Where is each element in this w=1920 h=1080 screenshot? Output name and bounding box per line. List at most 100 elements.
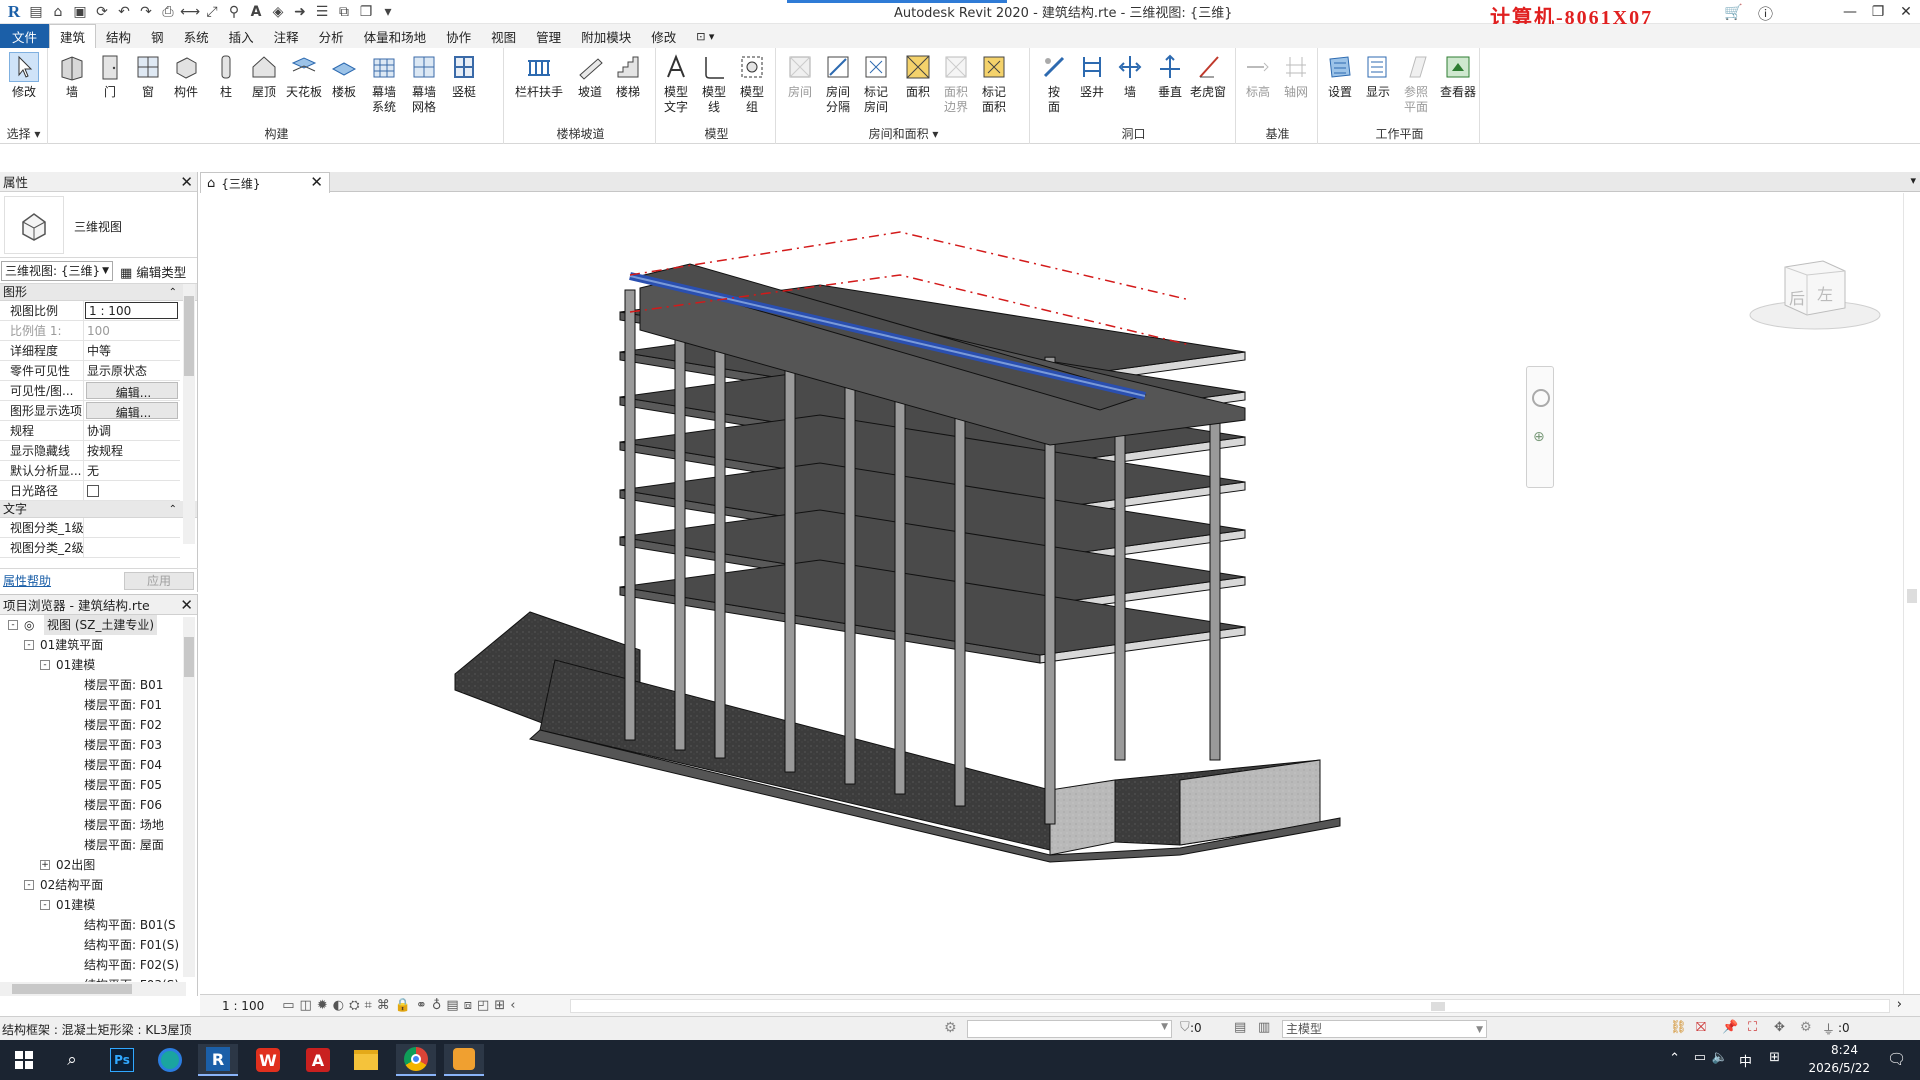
background-process-icon[interactable]: ⚙	[1800, 1020, 1812, 1035]
tree-item[interactable]: 楼层平面: F03	[0, 735, 197, 755]
measure-icon[interactable]: ⟷	[180, 2, 200, 22]
analytical-model-icon[interactable]: ⧈	[464, 998, 472, 1013]
help-icon[interactable]: ⓘ	[1758, 3, 1773, 24]
apply-button[interactable]: 应用	[124, 572, 194, 590]
design-options-2-icon[interactable]: ▥	[1258, 1020, 1270, 1035]
parts-visibility-select[interactable]: 显示原状态	[84, 361, 180, 380]
tab-addins[interactable]: 附加模块	[571, 24, 641, 48]
thin-lines-icon[interactable]: ☰	[312, 2, 332, 22]
vertical-button[interactable]: 垂直	[1152, 52, 1188, 100]
graphic-display-edit-button[interactable]: 编辑...	[86, 402, 178, 419]
group-graphics[interactable]: 图形 ⌃	[0, 284, 197, 301]
minimize-button[interactable]: —	[1836, 0, 1864, 24]
stair-button[interactable]: 楼梯	[610, 52, 646, 100]
lock-view-icon[interactable]: 🔒	[395, 998, 411, 1013]
switch-windows-icon[interactable]: ❐	[356, 2, 376, 22]
tree-item[interactable]: 楼层平面: 场地	[0, 815, 197, 835]
ramp-button[interactable]: 坡道	[572, 52, 608, 100]
file-explorer-icon[interactable]	[346, 1044, 386, 1076]
tab-manage[interactable]: 管理	[526, 24, 571, 48]
column[interactable]	[624, 289, 636, 741]
foundation-side[interactable]	[1049, 779, 1116, 856]
column[interactable]	[674, 297, 686, 751]
workset-dropdown[interactable]: ▼	[967, 1020, 1172, 1038]
restore-button[interactable]: ❐	[1864, 0, 1892, 24]
select-underlay-icon[interactable]: ⛝	[1696, 1020, 1706, 1035]
visual-style-icon[interactable]: ◫	[300, 998, 312, 1013]
panel-room-area-label[interactable]: 房间和面积 ▾	[778, 125, 1029, 142]
discipline-select[interactable]: 协调	[84, 421, 180, 440]
room-button[interactable]: 房间	[782, 52, 818, 100]
tree-item[interactable]: 楼层平面: B01	[0, 675, 197, 695]
other-app-icon[interactable]	[444, 1044, 484, 1076]
select-pinned-icon[interactable]: 📌	[1722, 1020, 1738, 1035]
close-icon[interactable]: ✕	[180, 596, 193, 614]
collapse-toggle-icon[interactable]: -	[40, 660, 50, 670]
collapse-toggle-icon[interactable]: -	[24, 880, 34, 890]
crop-icon[interactable]: ⌗	[364, 998, 371, 1013]
filter-icon[interactable]: ⏚	[1822, 1019, 1835, 1038]
ref-plane-button[interactable]: 参照 平面	[1398, 52, 1434, 115]
tray-chevron-icon[interactable]: ⌃	[1669, 1051, 1680, 1066]
properties-help-link[interactable]: 属性帮助	[0, 572, 51, 589]
revit-taskbar-icon[interactable]: R	[198, 1044, 238, 1076]
view-scale[interactable]: 1 : 100	[222, 999, 264, 1013]
canvas-vscrollbar[interactable]	[1903, 193, 1920, 994]
reveal-hidden-icon[interactable]: ♁	[432, 998, 442, 1013]
tree-item[interactable]: 结构平面: F01(S)	[0, 935, 197, 955]
volume-icon[interactable]: 🔈	[1712, 1050, 1728, 1065]
wall-opening-button[interactable]: 墙	[1112, 52, 1148, 100]
type-selector-dropdown[interactable]: 三维视图: {三维} ▼	[1, 261, 113, 281]
modify-button[interactable]: 修改	[6, 52, 42, 100]
3d-view-icon[interactable]: ◈	[268, 2, 288, 22]
tab-analyze[interactable]: 分析	[309, 24, 354, 48]
detail-level-select[interactable]: 中等	[84, 341, 180, 360]
select-by-face-icon[interactable]: ⛶	[1748, 1020, 1757, 1035]
room-separator-button[interactable]: 房间 分隔	[820, 52, 856, 115]
viewcube-left-face[interactable]: 左	[1817, 281, 1833, 305]
wps-icon[interactable]: W	[248, 1044, 288, 1076]
print-icon[interactable]: ⎙	[158, 2, 178, 22]
sun-path-checkbox[interactable]	[87, 485, 99, 497]
tag-room-button[interactable]: 标记 房间	[858, 52, 894, 115]
close-tab-icon[interactable]: ✕	[310, 173, 323, 191]
shaft-button[interactable]: 竖井	[1074, 52, 1110, 100]
column[interactable]	[714, 303, 726, 759]
level-button[interactable]: 标高	[1240, 52, 1276, 100]
set-button[interactable]: 设置	[1322, 52, 1358, 100]
tree-item[interactable]: 结构平面: F02(S)	[0, 955, 197, 975]
by-face-button[interactable]: 按 面	[1036, 52, 1072, 115]
collapse-toggle-icon[interactable]: -	[8, 620, 18, 630]
open-folder-icon[interactable]: ⌂	[48, 2, 68, 22]
scroll-left-icon[interactable]: ‹	[510, 998, 515, 1013]
panel-select-label[interactable]: 选择 ▾	[0, 125, 47, 142]
render-icon[interactable]: ⛭	[349, 998, 359, 1013]
sun-path-icon[interactable]: ✹	[317, 998, 328, 1013]
floor-button[interactable]: 楼板	[326, 52, 362, 100]
properties-scrollbar[interactable]	[183, 284, 195, 544]
steering-wheel-icon[interactable]	[1532, 389, 1550, 407]
tab-steel[interactable]: 钢	[141, 24, 174, 48]
zoom-icon[interactable]: ⊕	[1533, 429, 1545, 445]
undo-icon[interactable]: ↶	[114, 2, 134, 22]
open-icon[interactable]: ▤	[26, 2, 46, 22]
drawing-canvas[interactable]: 后 左 ⊕	[200, 193, 1920, 994]
tree-item[interactable]: -01建模	[0, 655, 197, 675]
tab-structure[interactable]: 结构	[96, 24, 141, 48]
column[interactable]	[784, 315, 796, 773]
input-mode-icon[interactable]: ⊞	[1769, 1050, 1780, 1065]
tag-icon[interactable]: ⚲	[224, 2, 244, 22]
chrome-icon[interactable]	[396, 1044, 436, 1076]
dimension-icon[interactable]: ⤢	[202, 2, 222, 22]
design-option-dropdown[interactable]: 主模型 ▼	[1282, 1020, 1487, 1038]
select-links-icon[interactable]: ⛓	[1670, 1020, 1687, 1035]
clock-date[interactable]: 2026/5/22	[1808, 1061, 1870, 1075]
expand-toggle-icon[interactable]: +	[40, 860, 50, 870]
close-icon[interactable]: ✕	[180, 173, 193, 191]
clock-time[interactable]: 8:24	[1831, 1043, 1858, 1057]
tree-item[interactable]: - 视图 (SZ_土建专业) ◎	[0, 615, 197, 635]
area-boundary-button[interactable]: 面积 边界	[938, 52, 974, 115]
area-button[interactable]: 面积	[900, 52, 936, 100]
edge-icon[interactable]	[150, 1044, 190, 1076]
roof-button[interactable]: 屋顶	[246, 52, 282, 100]
